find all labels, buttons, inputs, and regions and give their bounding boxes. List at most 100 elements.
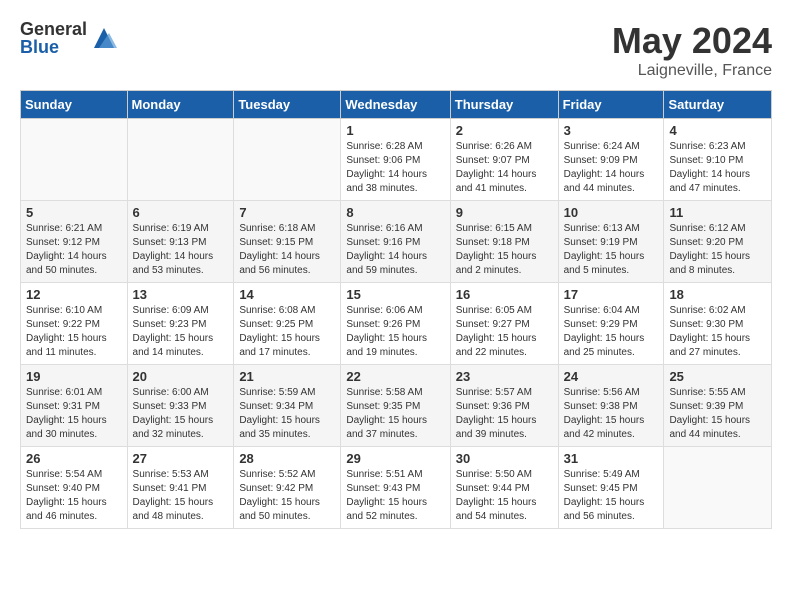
day-number: 16: [456, 287, 553, 302]
day-number: 29: [346, 451, 444, 466]
day-number: 6: [133, 205, 229, 220]
day-info: Sunrise: 5:59 AM Sunset: 9:34 PM Dayligh…: [239, 386, 335, 442]
logo-blue: Blue: [20, 38, 87, 56]
day-cell: 5Sunrise: 6:21 AM Sunset: 9:12 PM Daylig…: [21, 201, 128, 283]
day-number: 1: [346, 123, 444, 138]
weekday-header-row: SundayMondayTuesdayWednesdayThursdayFrid…: [21, 91, 772, 119]
day-cell: [234, 119, 341, 201]
day-cell: 19Sunrise: 6:01 AM Sunset: 9:31 PM Dayli…: [21, 365, 128, 447]
weekday-header-wednesday: Wednesday: [341, 91, 450, 119]
day-number: 7: [239, 205, 335, 220]
day-info: Sunrise: 6:19 AM Sunset: 9:13 PM Dayligh…: [133, 222, 229, 278]
day-info: Sunrise: 6:21 AM Sunset: 9:12 PM Dayligh…: [26, 222, 122, 278]
week-row-2: 5Sunrise: 6:21 AM Sunset: 9:12 PM Daylig…: [21, 201, 772, 283]
day-number: 15: [346, 287, 444, 302]
day-number: 25: [669, 369, 766, 384]
day-number: 4: [669, 123, 766, 138]
header: General Blue May 2024 Laigneville, Franc…: [20, 20, 772, 80]
day-number: 8: [346, 205, 444, 220]
day-number: 24: [564, 369, 659, 384]
day-cell: 30Sunrise: 5:50 AM Sunset: 9:44 PM Dayli…: [450, 447, 558, 529]
weekday-header-friday: Friday: [558, 91, 664, 119]
day-number: 20: [133, 369, 229, 384]
day-number: 27: [133, 451, 229, 466]
day-cell: 23Sunrise: 5:57 AM Sunset: 9:36 PM Dayli…: [450, 365, 558, 447]
day-info: Sunrise: 5:57 AM Sunset: 9:36 PM Dayligh…: [456, 386, 553, 442]
day-number: 22: [346, 369, 444, 384]
day-cell: 13Sunrise: 6:09 AM Sunset: 9:23 PM Dayli…: [127, 283, 234, 365]
day-cell: 28 Sunrise: 5:52 AM Sunset: 9:42 PM Dayli…: [234, 447, 341, 529]
day-info: Sunrise: 6:28 AM Sunset: 9:06 PM Dayligh…: [346, 140, 444, 196]
day-cell: 11 Sunrise: 6:12 AM Sunset: 9:20 PM Dayli…: [664, 201, 772, 283]
day-info: Sunrise: 6:24 AM Sunset: 9:09 PM Dayligh…: [564, 140, 659, 196]
day-number: 11: [669, 205, 766, 220]
day-info: Sunrise: 6:05 AM Sunset: 9:27 PM Dayligh…: [456, 304, 553, 360]
day-cell: 21 Sunrise: 5:59 AM Sunset: 9:34 PM Dayli…: [234, 365, 341, 447]
day-info: Sunrise: 6:06 AM Sunset: 9:26 PM Dayligh…: [346, 304, 444, 360]
weekday-header-tuesday: Tuesday: [234, 91, 341, 119]
calendar-subtitle: Laigneville, France: [612, 62, 772, 80]
day-number: 17: [564, 287, 659, 302]
day-cell: 26 Sunrise: 5:54 AM Sunset: 9:40 PM Dayli…: [21, 447, 128, 529]
day-cell: 4 Sunrise: 6:23 AM Sunset: 9:10 PM Daylig…: [664, 119, 772, 201]
day-number: 9: [456, 205, 553, 220]
weekday-header-sunday: Sunday: [21, 91, 128, 119]
day-cell: 2Sunrise: 6:26 AM Sunset: 9:07 PM Daylig…: [450, 119, 558, 201]
day-info: Sunrise: 6:23 AM Sunset: 9:10 PM Dayligh…: [669, 140, 766, 196]
day-info: Sunrise: 6:16 AM Sunset: 9:16 PM Dayligh…: [346, 222, 444, 278]
day-number: 18: [669, 287, 766, 302]
day-info: Sunrise: 6:02 AM Sunset: 9:30 PM Dayligh…: [669, 304, 766, 360]
day-cell: 3 Sunrise: 6:24 AM Sunset: 9:09 PM Daylig…: [558, 119, 664, 201]
day-cell: 10 Sunrise: 6:13 AM Sunset: 9:19 PM Dayli…: [558, 201, 664, 283]
day-cell: 20 Sunrise: 6:00 AM Sunset: 9:33 PM Dayli…: [127, 365, 234, 447]
calendar-table: SundayMondayTuesdayWednesdayThursdayFrid…: [20, 90, 772, 529]
day-cell: 31Sunrise: 5:49 AM Sunset: 9:45 PM Dayli…: [558, 447, 664, 529]
day-cell: 6 Sunrise: 6:19 AM Sunset: 9:13 PM Daylig…: [127, 201, 234, 283]
logo: General Blue: [20, 20, 119, 56]
day-cell: [664, 447, 772, 529]
day-info: Sunrise: 6:12 AM Sunset: 9:20 PM Dayligh…: [669, 222, 766, 278]
day-number: 30: [456, 451, 553, 466]
day-info: Sunrise: 5:56 AM Sunset: 9:38 PM Dayligh…: [564, 386, 659, 442]
day-cell: 7 Sunrise: 6:18 AM Sunset: 9:15 PM Daylig…: [234, 201, 341, 283]
day-cell: [127, 119, 234, 201]
day-info: Sunrise: 5:55 AM Sunset: 9:39 PM Dayligh…: [669, 386, 766, 442]
weekday-header-monday: Monday: [127, 91, 234, 119]
day-cell: 18 Sunrise: 6:02 AM Sunset: 9:30 PM Dayli…: [664, 283, 772, 365]
day-number: 14: [239, 287, 335, 302]
day-cell: 14Sunrise: 6:08 AM Sunset: 9:25 PM Dayli…: [234, 283, 341, 365]
logo-icon: [89, 23, 119, 53]
day-cell: 25 Sunrise: 5:55 AM Sunset: 9:39 PM Dayli…: [664, 365, 772, 447]
day-cell: 27Sunrise: 5:53 AM Sunset: 9:41 PM Dayli…: [127, 447, 234, 529]
weekday-header-thursday: Thursday: [450, 91, 558, 119]
day-info: Sunrise: 6:18 AM Sunset: 9:15 PM Dayligh…: [239, 222, 335, 278]
day-info: Sunrise: 5:49 AM Sunset: 9:45 PM Dayligh…: [564, 468, 659, 524]
day-cell: [21, 119, 128, 201]
day-number: 21: [239, 369, 335, 384]
day-number: 2: [456, 123, 553, 138]
day-number: 19: [26, 369, 122, 384]
week-row-5: 26 Sunrise: 5:54 AM Sunset: 9:40 PM Dayli…: [21, 447, 772, 529]
day-number: 26: [26, 451, 122, 466]
day-cell: 24 Sunrise: 5:56 AM Sunset: 9:38 PM Dayli…: [558, 365, 664, 447]
day-cell: 15 Sunrise: 6:06 AM Sunset: 9:26 PM Dayli…: [341, 283, 450, 365]
day-cell: 12Sunrise: 6:10 AM Sunset: 9:22 PM Dayli…: [21, 283, 128, 365]
day-info: Sunrise: 6:15 AM Sunset: 9:18 PM Dayligh…: [456, 222, 553, 278]
day-number: 28: [239, 451, 335, 466]
day-cell: 17Sunrise: 6:04 AM Sunset: 9:29 PM Dayli…: [558, 283, 664, 365]
week-row-4: 19Sunrise: 6:01 AM Sunset: 9:31 PM Dayli…: [21, 365, 772, 447]
day-number: 3: [564, 123, 659, 138]
day-cell: 16 Sunrise: 6:05 AM Sunset: 9:27 PM Dayli…: [450, 283, 558, 365]
day-cell: 29Sunrise: 5:51 AM Sunset: 9:43 PM Dayli…: [341, 447, 450, 529]
day-cell: 1 Sunrise: 6:28 AM Sunset: 9:06 PM Daylig…: [341, 119, 450, 201]
day-info: Sunrise: 6:10 AM Sunset: 9:22 PM Dayligh…: [26, 304, 122, 360]
day-info: Sunrise: 6:13 AM Sunset: 9:19 PM Dayligh…: [564, 222, 659, 278]
day-info: Sunrise: 5:58 AM Sunset: 9:35 PM Dayligh…: [346, 386, 444, 442]
day-cell: 9 Sunrise: 6:15 AM Sunset: 9:18 PM Daylig…: [450, 201, 558, 283]
day-info: Sunrise: 5:54 AM Sunset: 9:40 PM Dayligh…: [26, 468, 122, 524]
day-number: 10: [564, 205, 659, 220]
day-info: Sunrise: 6:00 AM Sunset: 9:33 PM Dayligh…: [133, 386, 229, 442]
day-info: Sunrise: 6:09 AM Sunset: 9:23 PM Dayligh…: [133, 304, 229, 360]
title-area: May 2024 Laigneville, France: [612, 20, 772, 80]
day-info: Sunrise: 5:52 AM Sunset: 9:42 PM Dayligh…: [239, 468, 335, 524]
